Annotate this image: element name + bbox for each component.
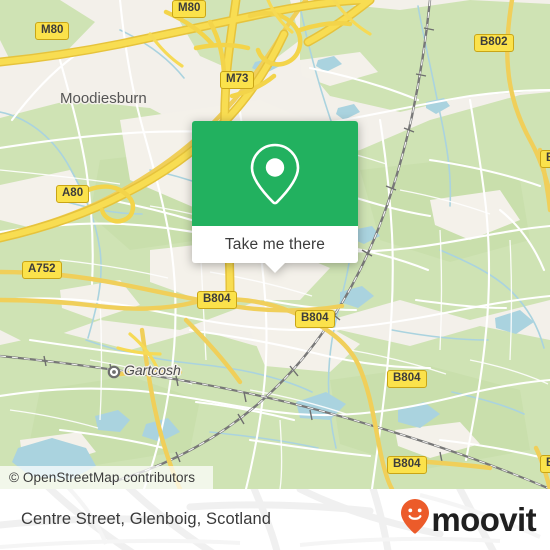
place-label-moodiesburn: Moodiesburn <box>60 90 147 107</box>
page-footer: Centre Street, Glenboig, Scotland moovit <box>0 489 550 550</box>
road-shield-label: M80 <box>178 2 201 14</box>
location-title: Centre Street, Glenboig, Scotland <box>0 510 271 529</box>
popup-pointer <box>264 262 286 273</box>
road-shield-label: B <box>546 152 550 164</box>
road-shield: M80 <box>35 22 70 40</box>
road-shield-label: M73 <box>226 73 249 85</box>
road-shield: A752 <box>22 261 62 279</box>
map-pin-icon <box>247 141 303 207</box>
road-shield-label: A80 <box>62 187 84 199</box>
road-shield-label: B804 <box>203 293 231 305</box>
osm-attribution-text: © OpenStreetMap contributors <box>9 470 196 485</box>
road-shield: M73 <box>220 71 255 89</box>
road-shield-partial: B <box>540 150 550 168</box>
road-shield: B804 <box>387 370 427 388</box>
osm-attribution[interactable]: © OpenStreetMap contributors <box>0 466 213 489</box>
location-title-text: Centre Street, Glenboig, Scotland <box>21 510 272 528</box>
place-label-gartcosh: Gartcosh <box>124 362 181 378</box>
take-me-there-label: Take me there <box>224 235 326 253</box>
place-label-text: Gartcosh <box>124 362 181 378</box>
road-shield-label: B804 <box>393 458 421 470</box>
road-shield-partial: B <box>540 455 550 473</box>
road-shield-label: B804 <box>301 312 329 324</box>
road-shield-label: A752 <box>28 263 56 275</box>
road-shield: B804 <box>387 456 427 474</box>
map-popup-card[interactable]: Take me there <box>192 121 358 273</box>
road-shield: A80 <box>56 185 90 203</box>
road-shield: B804 <box>197 291 237 309</box>
moovit-map-page: Moodiesburn Gartcosh M80 M80 M73 B802 A8… <box>0 0 550 550</box>
station-marker-gartcosh <box>107 365 121 379</box>
road-shield: B802 <box>474 34 514 52</box>
moovit-pin-icon <box>400 498 430 541</box>
road-shield: B804 <box>295 310 335 328</box>
road-shield-label: B804 <box>393 372 421 384</box>
road-shield: M80 <box>172 0 207 18</box>
road-shield-label: B802 <box>480 36 508 48</box>
moovit-logo[interactable]: moovit <box>400 498 550 541</box>
place-label-text: Moodiesburn <box>60 90 147 107</box>
moovit-wordmark: moovit <box>431 501 536 538</box>
popup-header <box>192 121 358 226</box>
road-shield-label: M80 <box>41 24 64 36</box>
road-shield-label: B <box>546 457 550 469</box>
take-me-there-button[interactable]: Take me there <box>192 226 358 263</box>
